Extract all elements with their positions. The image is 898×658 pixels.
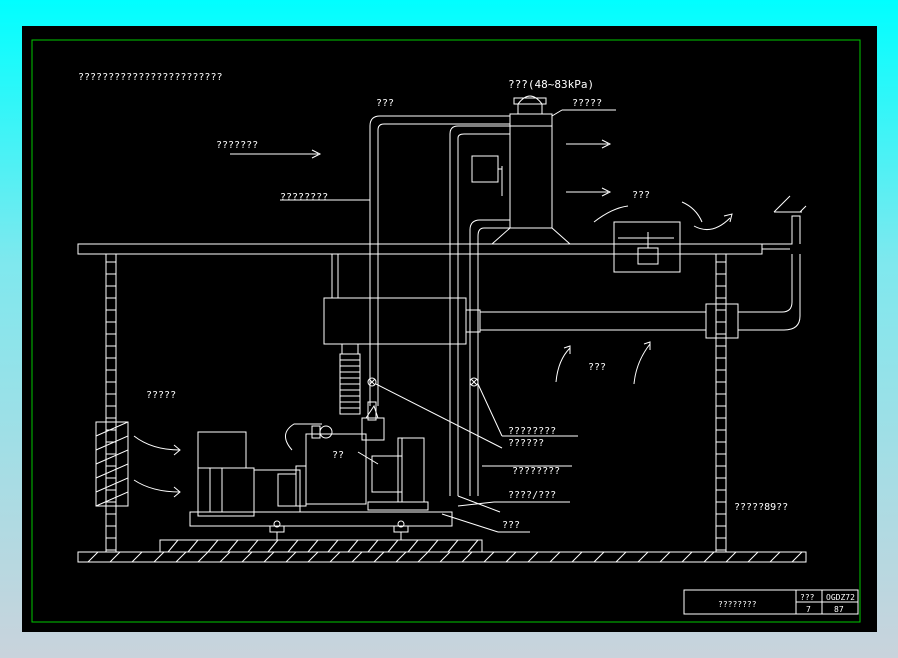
cad-drawing: ???????????????????????? ???(48~83kPa) ?…: [31, 39, 861, 623]
base-label: ???: [502, 520, 520, 531]
cad-drawing-frame: ???????????????????????? ???(48~83kPa) ?…: [22, 26, 877, 632]
muffler-tower: [509, 113, 553, 229]
exhaust-pipe-label: ????????: [280, 192, 328, 203]
engine-block: [305, 433, 367, 505]
drawing-border: [31, 39, 861, 623]
engine-label: ??: [332, 450, 344, 461]
pipe-top-label: ???: [376, 98, 394, 109]
air-intake-label: ?????: [146, 390, 176, 401]
horizontal-muffler: [323, 297, 467, 345]
title-block-name: ????????: [718, 600, 757, 609]
condensate-label: ????/???: [508, 490, 556, 501]
drawing-title: ????????????????????????: [78, 72, 223, 83]
skid-base: [189, 511, 453, 527]
drain-label: ????????: [512, 466, 560, 477]
flexible-label-1: ????????: [508, 426, 556, 437]
muffler-pressure-label: ???(48~83kPa): [508, 78, 594, 91]
roof-slab: [77, 243, 763, 255]
flexible-label-2: ??????: [508, 438, 544, 449]
muffler-label: ?????: [572, 98, 602, 109]
junction-box: [705, 303, 739, 339]
title-block-col1-header: ???: [800, 593, 815, 602]
concrete-base: [159, 539, 483, 553]
airflow-label: ???????: [216, 140, 258, 151]
hot-air-label: ???: [588, 362, 606, 373]
title-block-col2-header: OGDZ72: [826, 593, 855, 602]
right-column: [715, 253, 727, 553]
title-block-col2-value: 87: [834, 605, 844, 614]
rain-cap-label: ???: [632, 190, 650, 201]
title-block-col1-value: 7: [806, 605, 811, 614]
left-column: [105, 253, 117, 553]
intake-louvre: [95, 421, 129, 507]
wall-note-label: ?????89??: [734, 502, 788, 513]
control-panel: [197, 431, 247, 469]
